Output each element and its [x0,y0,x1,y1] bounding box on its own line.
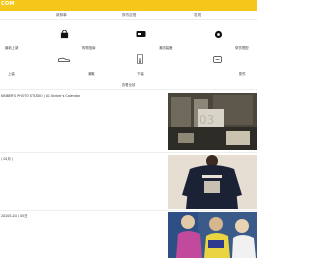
accessory-icon [213,56,222,63]
category-label: 最新上新 [5,46,19,50]
top-nav: 新鲜事 穿衣百搭 发现 [0,11,257,20]
feed-item-image[interactable]: 03 [168,93,257,150]
shopping-guide-icon [60,30,69,39]
feed-item[interactable]: ( 02月 ) [0,155,257,210]
category-tops[interactable]: 上装 [0,56,60,76]
category-gear[interactable]: 潮流装备 [130,30,190,50]
category-shopping-guide[interactable]: 购物指南 [54,30,114,50]
view-all-link[interactable]: 查看全部 [0,82,257,87]
brand-logo[interactable]: COM [1,1,15,7]
feed-item[interactable]: KINBER'S PHOTO STUDIO | 01 Kinber's Cale… [0,93,257,151]
category-label: 潮鞋 [88,72,95,76]
top-bar: COM [0,0,257,11]
outfit-icon [214,30,223,39]
category-label: 下装 [137,72,144,76]
category-label: 上装 [8,72,15,76]
gear-icon [136,31,146,37]
svg-text:03: 03 [199,113,214,127]
category-outfit[interactable]: 穿衣搭配 [209,30,269,50]
feed-item-image[interactable] [168,212,257,258]
category-label: 配件 [239,72,246,76]
category-new[interactable]: 最新上新 [0,30,60,50]
feed-item-title: ( 02月 ) [1,157,14,161]
divider [0,210,257,211]
category-label: 穿衣搭配 [235,46,249,50]
category-accessory[interactable]: 配件 [210,56,270,76]
divider [0,152,257,153]
divider [0,89,257,90]
category-pants[interactable]: 下装 [134,54,194,76]
feed-item-title: KINBER'S PHOTO STUDIO | 01 Kinber's Cale… [1,94,81,98]
category-sneakers[interactable]: 潮鞋 [56,56,116,76]
nav-item-fresh[interactable]: 新鲜事 [56,13,67,18]
category-label: 潮流装备 [159,46,173,50]
feed-item[interactable]: 2020S-04 / 05日 [0,212,257,258]
category-label: 购物指南 [82,46,96,50]
feed-item-image[interactable] [168,155,257,209]
pants-icon [137,54,143,64]
nav-item-discover[interactable]: 发现 [194,13,201,18]
nav-item-outfit[interactable]: 穿衣百搭 [122,13,136,18]
sneaker-icon [58,57,70,62]
feed-item-title: 2020S-04 / 05日 [1,214,28,218]
